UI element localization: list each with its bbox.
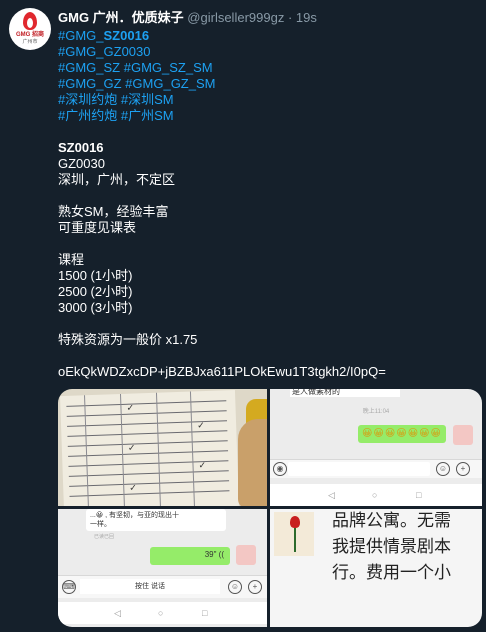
tweet-timestamp[interactable]: 19s	[296, 10, 317, 25]
chat-meta: 已读已回	[94, 534, 115, 540]
chat-avatar	[453, 425, 473, 445]
document-photo: ✓ ✓ ✓ ✓ ✓	[60, 389, 239, 506]
chat-top-text: 是人做素材的	[292, 389, 340, 396]
author-handle[interactable]: @girlseller999gz	[187, 10, 284, 25]
hashtag-line[interactable]: #广州约炮 #广州SM	[58, 108, 478, 124]
author-name[interactable]: GMG 广州．优质妹子	[58, 10, 184, 25]
ad-text-line: 品牌公寓。无需	[332, 511, 451, 531]
media-image-4[interactable]: 品牌公寓。无需 我提供情景剧本 行。费用一个小	[270, 509, 482, 627]
voice-message-bubble[interactable]: 39" ((	[150, 547, 230, 565]
plus-icon[interactable]: +	[456, 462, 470, 476]
media-image-3[interactable]: ...😀 , 有坚韧，与亚的现出十 一样。 已读已回 39" (( ⌨ 按住 说…	[58, 509, 267, 627]
hashtag-line[interactable]: #GMG_SZ #GMG_SZ_SM	[58, 60, 478, 76]
hold-to-talk-button[interactable]: 按住 说话	[80, 579, 220, 594]
hashtag-line[interactable]: #GMG_SZ0016	[58, 28, 478, 44]
price-line: 1500 (1小时)	[58, 268, 133, 283]
voice-duration: 39" ((	[204, 550, 224, 559]
voice-icon[interactable]: ◉	[273, 462, 287, 476]
home-icon[interactable]: ○	[158, 608, 163, 618]
recents-icon[interactable]: □	[416, 490, 421, 500]
rose-icon	[290, 516, 300, 528]
keyboard-icon[interactable]: ⌨	[62, 580, 76, 594]
tweet-header: GMG 广州．优质妹子 @girlseller999gz · 19s	[58, 10, 317, 26]
chat-input-bar: ⌨ 按住 说话 ☺ +	[58, 575, 267, 598]
price-line: 2500 (2小时)	[58, 284, 133, 299]
media-image-2[interactable]: 是人做素材的 晚上11:04 😀😀😀😀😀😀😀 ◉ ☺ + ◁ ○ □	[270, 389, 482, 506]
hashtag-line[interactable]: #GMG_GZ0030	[58, 44, 478, 60]
back-icon[interactable]: ◁	[114, 608, 121, 619]
chat-input-bar: ◉ ☺ +	[270, 459, 482, 478]
code-2: GZ0030	[58, 156, 105, 171]
emoji-icon[interactable]: ☺	[436, 462, 450, 476]
avatar[interactable]: GMG 招商 广州市	[9, 8, 51, 50]
course-title: 课程	[58, 252, 85, 267]
code-1: SZ0016	[58, 140, 104, 155]
android-nav-bar: ◁ ○ □	[270, 484, 482, 506]
hashtag-line[interactable]: #深圳约炮 #深圳SM	[58, 92, 478, 108]
tweet[interactable]: GMG 招商 广州市 GMG 广州．优质妹子 @girlseller999gz …	[0, 0, 486, 632]
recents-icon[interactable]: □	[202, 608, 207, 618]
desc-line: 可重度见课表	[58, 220, 137, 235]
ad-text-line: 行。费用一个小	[332, 563, 451, 583]
back-icon[interactable]: ◁	[328, 490, 335, 501]
chat-bubble-sent: 😀😀😀😀😀😀😀	[358, 425, 446, 443]
home-icon[interactable]: ○	[372, 490, 377, 500]
tweet-body: #GMG_SZ0016 #GMG_GZ0030 #GMG_SZ #GMG_SZ_…	[58, 28, 478, 380]
desc-line: 熟女SM，经验丰富	[58, 204, 169, 219]
media-image-1[interactable]: ✓ ✓ ✓ ✓ ✓	[58, 389, 267, 506]
avatar-logo-text: GMG 招商	[16, 32, 44, 38]
cipher-text: oEkQkWDZxcDP+jBZBJxa611PLOkEwu1T3tgkh2/I…	[58, 364, 386, 379]
android-nav-bar: ◁ ○ □	[58, 602, 267, 624]
chat-avatar	[236, 545, 256, 565]
rose-image	[274, 512, 314, 556]
separator-dot: ·	[287, 10, 293, 25]
media-grid: ✓ ✓ ✓ ✓ ✓ 是人做素材的 晚上11:04 😀😀😀😀😀😀😀 ◉ ☺ + ◁…	[58, 389, 482, 627]
location-text: 深圳，广州，不定区	[58, 172, 176, 187]
chat-input-field[interactable]	[288, 462, 430, 476]
chat-timestamp: 晚上11:04	[362, 409, 390, 415]
chat-bubble-received: ...😀 , 有坚韧，与亚的现出十 一样。	[86, 509, 226, 531]
emoji-row: 😀😀😀😀😀😀😀	[362, 428, 442, 439]
special-price-text: 特殊资源为一般价 x1.75	[58, 332, 198, 347]
plus-icon[interactable]: +	[248, 580, 262, 594]
emoji-icon[interactable]: ☺	[228, 580, 242, 594]
hashtag-line[interactable]: #GMG_GZ #GMG_GZ_SM	[58, 76, 478, 92]
avatar-logo-sub: 广州市	[22, 39, 38, 45]
price-line: 3000 (3小时)	[58, 300, 133, 315]
ad-text-line: 我提供情景剧本	[332, 537, 451, 557]
